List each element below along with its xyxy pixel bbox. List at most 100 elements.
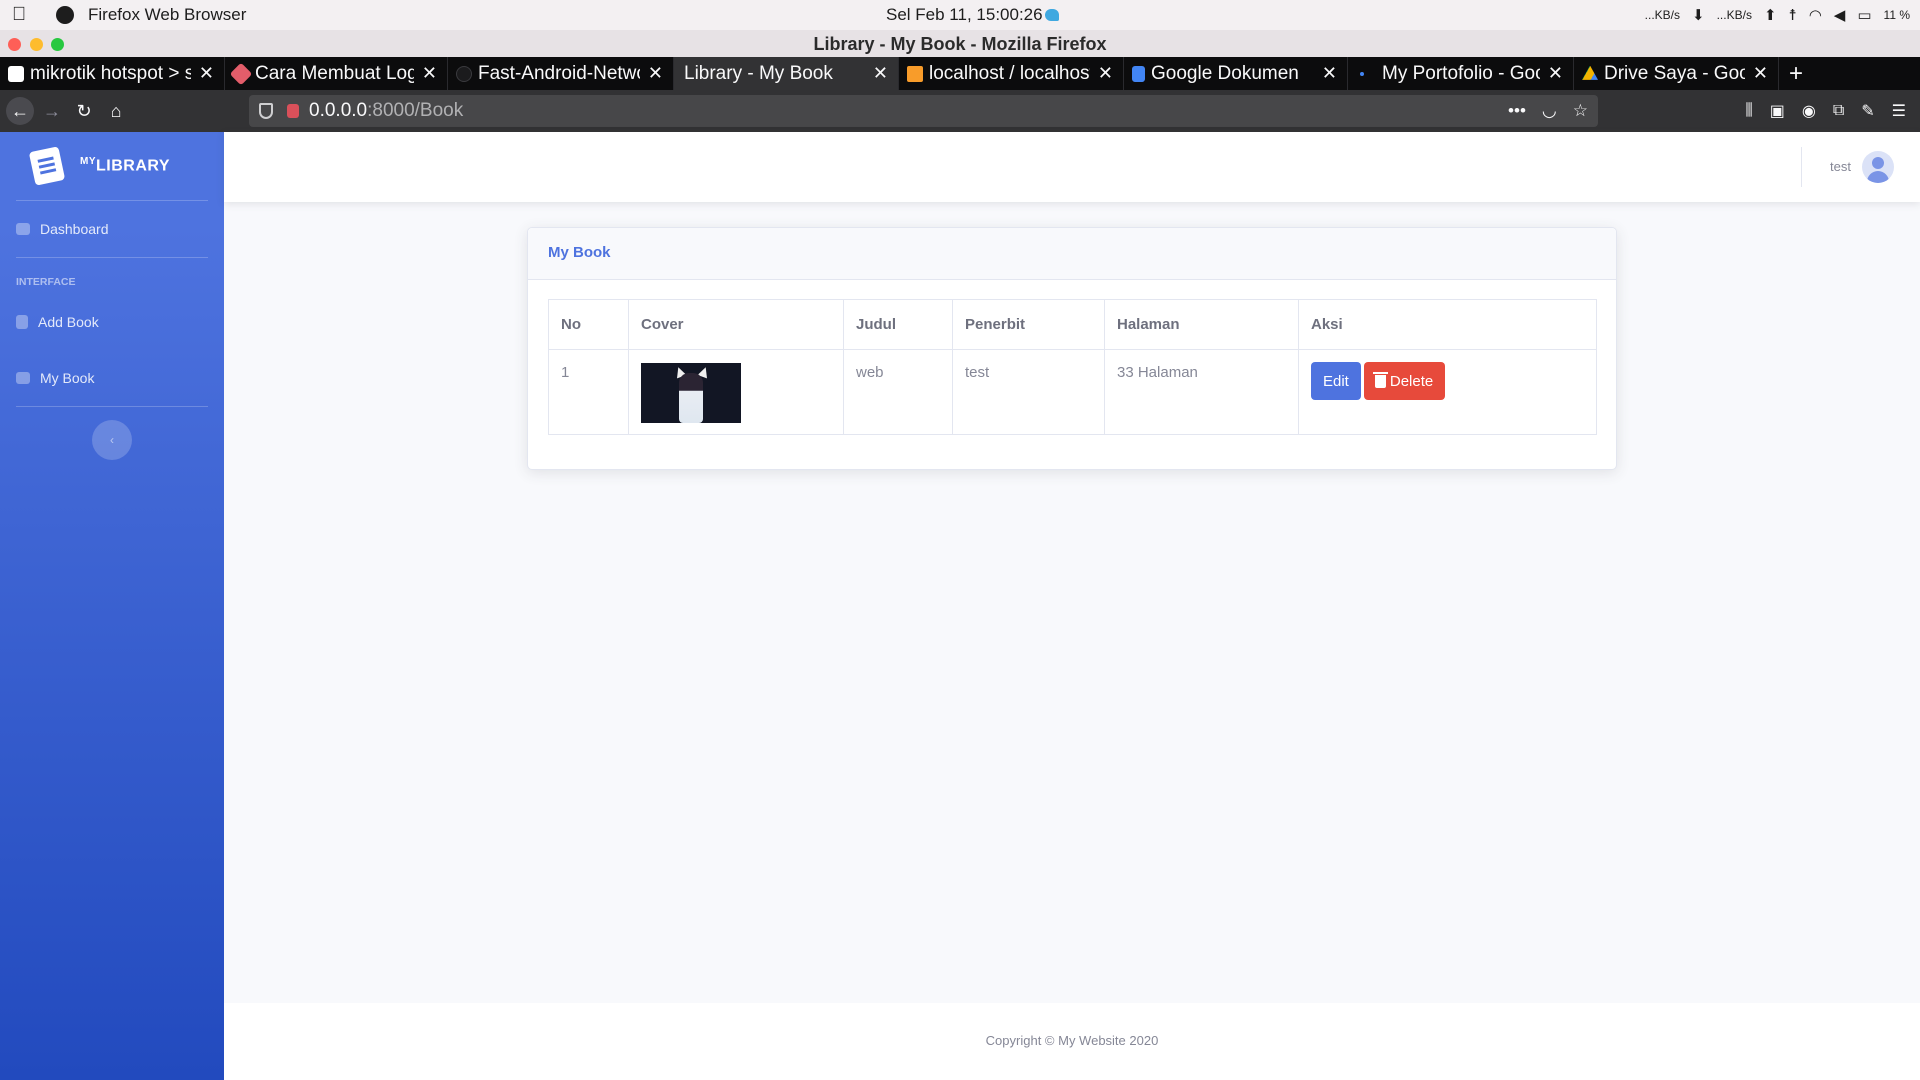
- app-name[interactable]: Firefox Web Browser: [88, 5, 246, 25]
- cell-aksi: Edit Delete: [1298, 349, 1597, 435]
- url-bar[interactable]: 0.0.0.0:8000/Book ••• ◡ ☆: [249, 95, 1598, 127]
- close-tab-icon[interactable]: ✕: [1322, 63, 1337, 84]
- clock[interactable]: Sel Feb 11, 15:00:26: [886, 5, 1059, 25]
- extension-icon[interactable]: ✎: [1861, 101, 1874, 121]
- tab-label: My Portofolio - Goo: [1382, 62, 1540, 84]
- delete-button[interactable]: Delete: [1363, 362, 1446, 400]
- home-button[interactable]: ⌂: [102, 97, 130, 125]
- account-icon[interactable]: ◉: [1802, 101, 1816, 121]
- table-header-row: No Cover Judul Penerbit Halaman Aksi: [548, 299, 1597, 350]
- avatar[interactable]: [1862, 151, 1894, 183]
- battery-percent: 11 %: [1883, 8, 1910, 22]
- net-up-speed: ...KB/s: [1716, 8, 1752, 22]
- phpmyadmin-favicon-icon: [907, 65, 923, 82]
- chevron-left-icon: ‹: [110, 433, 114, 447]
- sidebar-item-add-book[interactable]: Add Book: [0, 294, 224, 350]
- footer: Copyright © My Website 2020: [224, 1003, 1920, 1080]
- tab-fast-android[interactable]: Fast-Android-Netwo ✕: [448, 57, 674, 90]
- page-actions-icon[interactable]: •••: [1508, 101, 1526, 121]
- loading-dot-icon: [1360, 71, 1364, 76]
- brand-superscript: MY: [80, 156, 96, 168]
- card-title: My Book: [528, 228, 1616, 280]
- cell-penerbit: test: [952, 349, 1105, 435]
- table-row: 1 web test 33 Halaman Edit Delete: [548, 349, 1597, 435]
- column-header-no: No: [548, 299, 629, 350]
- my-book-card: My Book No Cover Judul Penerbit Halaman …: [527, 227, 1617, 470]
- nav-toolbar: ← → ↻ ⌂ 0.0.0.0:8000/Book ••• ◡ ☆ ⫼ ▣ ◉ …: [0, 90, 1920, 132]
- sidebar-item-my-book[interactable]: My Book: [0, 350, 224, 406]
- pocket-icon[interactable]: ◡: [1542, 101, 1557, 121]
- close-tab-icon[interactable]: ✕: [422, 63, 437, 84]
- brand-text: LIBRARY: [96, 157, 171, 175]
- edit-button[interactable]: Edit: [1311, 362, 1361, 400]
- cell-judul: web: [843, 349, 953, 435]
- tab-library-my-book[interactable]: Library - My Book ✕: [674, 57, 899, 90]
- sidebar-item-label: My Book: [40, 370, 95, 386]
- sidebar-item-label: Dashboard: [40, 221, 109, 237]
- tab-my-portofolio[interactable]: My Portofolio - Goo ✕: [1348, 57, 1574, 90]
- sidebar-toggle-button[interactable]: ‹: [92, 420, 132, 460]
- sidebar-toggle-icon[interactable]: ▣: [1770, 101, 1785, 121]
- tracking-shield-icon[interactable]: [259, 103, 273, 119]
- volume-icon[interactable]: ◀: [1834, 6, 1846, 24]
- tab-strip: mikrotik hotspot > s ✕ Cara Membuat Logi…: [0, 57, 1920, 90]
- battery-icon[interactable]: ▭: [1857, 6, 1871, 24]
- firefox-icon: [56, 6, 74, 24]
- google-docs-favicon-icon: [1132, 65, 1145, 82]
- tab-cara-membuat[interactable]: Cara Membuat Logi ✕: [225, 57, 448, 90]
- translate-extension-icon[interactable]: ⧉: [1833, 102, 1844, 120]
- menu-icon[interactable]: ☰: [1892, 101, 1906, 121]
- tab-label: Cara Membuat Logi: [255, 62, 414, 84]
- github-favicon-icon: [456, 65, 472, 82]
- tab-label: mikrotik hotspot > s: [30, 62, 191, 84]
- weather-icon: [1044, 9, 1059, 21]
- close-tab-icon[interactable]: ✕: [648, 63, 663, 84]
- reload-button[interactable]: ↻: [70, 97, 98, 125]
- url-text[interactable]: 0.0.0.0:8000/Book: [309, 100, 463, 122]
- accessibility-icon[interactable]: ☨: [1789, 6, 1797, 24]
- close-tab-icon[interactable]: ✕: [1548, 63, 1563, 84]
- close-tab-icon[interactable]: ✕: [199, 63, 214, 84]
- copyright-text: Copyright © My Website 2020: [985, 1033, 1159, 1048]
- close-tab-icon[interactable]: ✕: [1753, 63, 1768, 84]
- user-name[interactable]: test: [1830, 159, 1851, 174]
- library-icon[interactable]: ⫼: [1745, 102, 1752, 120]
- tab-localhost[interactable]: localhost / localhost ✕: [899, 57, 1124, 90]
- column-header-penerbit: Penerbit: [952, 299, 1105, 350]
- trash-icon: [1372, 371, 1388, 388]
- back-button[interactable]: ←: [6, 97, 34, 125]
- sidebar-item-dashboard[interactable]: Dashboard: [0, 201, 224, 257]
- brand-link[interactable]: MYLIBRARY: [0, 132, 224, 200]
- upload-arrow-icon: ⬆: [1763, 7, 1777, 24]
- close-tab-icon[interactable]: ✕: [1098, 63, 1113, 84]
- clock-text: Sel Feb 11, 15:00:26: [886, 5, 1043, 24]
- tab-drive-saya[interactable]: Drive Saya - Google ✕: [1574, 57, 1779, 90]
- tab-google-dokumen[interactable]: Google Dokumen ✕: [1124, 57, 1348, 90]
- forward-button[interactable]: →: [38, 97, 66, 125]
- url-host: 0.0.0.0: [309, 100, 368, 121]
- cell-no: 1: [548, 349, 629, 435]
- bookmark-star-icon[interactable]: ☆: [1573, 101, 1588, 121]
- tab-mikrotik[interactable]: mikrotik hotspot > s ✕: [0, 57, 225, 90]
- tab-label: Drive Saya - Google: [1604, 62, 1745, 84]
- topbar-divider: [1801, 147, 1802, 187]
- cell-halaman: 33 Halaman: [1104, 349, 1299, 435]
- tab-label: Google Dokumen: [1151, 62, 1299, 84]
- book-table: No Cover Judul Penerbit Halaman Aksi 1 w…: [548, 299, 1597, 435]
- window-title: Library - My Book - Mozilla Firefox: [813, 34, 1107, 54]
- url-path: :8000/Book: [367, 100, 464, 121]
- sidebar-divider: [16, 406, 208, 407]
- google-drive-favicon-icon: [1582, 65, 1598, 80]
- book-logo-icon: [28, 146, 66, 186]
- os-menubar:  Firefox Web Browser Sel Feb 11, 15:00:…: [0, 0, 1920, 30]
- new-tab-button[interactable]: +: [1781, 57, 1811, 90]
- column-header-halaman: Halaman: [1104, 299, 1299, 350]
- book-plus-icon: [16, 315, 28, 329]
- insecure-lock-icon[interactable]: [287, 104, 299, 118]
- apple-icon[interactable]: : [12, 4, 34, 26]
- wifi-icon[interactable]: ◠: [1809, 6, 1822, 24]
- topbar: test: [224, 132, 1920, 202]
- close-tab-icon[interactable]: ✕: [873, 63, 888, 84]
- diamond-favicon-icon: [229, 62, 253, 85]
- column-header-aksi: Aksi: [1298, 299, 1597, 350]
